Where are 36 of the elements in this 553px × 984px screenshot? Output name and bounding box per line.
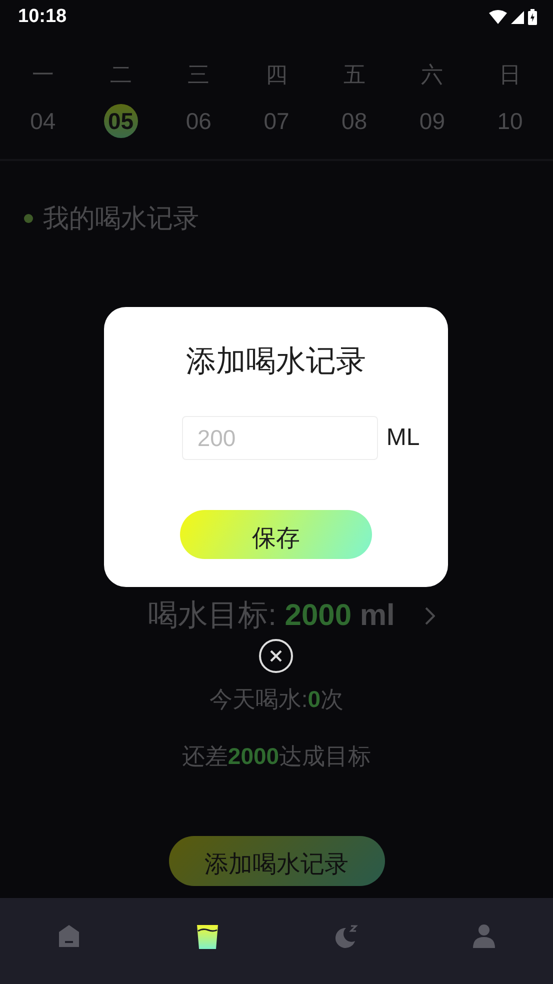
weekday-label: 三 <box>188 62 210 90</box>
weekday-label: 六 <box>421 62 444 90</box>
moon-icon <box>332 924 359 950</box>
date-item[interactable]: 04 <box>26 104 60 138</box>
today-count-text: 今天喝水:0次 <box>209 685 344 714</box>
save-button[interactable]: 保存 <box>180 510 372 559</box>
date-item[interactable]: 09 <box>415 104 450 138</box>
date-item[interactable]: 06 <box>182 104 216 138</box>
date-item[interactable]: 08 <box>337 104 372 138</box>
close-button[interactable] <box>259 639 293 673</box>
remaining-text: 还差2000达成目标 <box>182 742 372 771</box>
unit-label: ML <box>386 424 420 452</box>
signal-icon <box>511 10 524 24</box>
goal-text: 喝水目标: 2000 ml <box>148 598 395 634</box>
wifi-icon <box>489 10 507 24</box>
add-record-button[interactable]: 添加喝水记录 <box>168 836 384 886</box>
home-icon <box>58 924 80 948</box>
weekday-label: 一 <box>32 62 54 90</box>
weekday-label: 日 <box>499 62 522 90</box>
battery-icon <box>528 9 537 25</box>
section-title: 我的喝水记录 <box>43 203 199 236</box>
date-item[interactable]: 05 <box>104 104 138 138</box>
cup-icon <box>196 924 219 950</box>
weekday-label: 二 <box>110 62 132 90</box>
date-item[interactable]: 07 <box>259 104 294 138</box>
nav-tab[interactable] <box>196 924 219 950</box>
status-time: 10:18 <box>18 6 67 28</box>
amount-field[interactable]: 200 <box>182 416 378 460</box>
date-item[interactable]: 10 <box>493 104 528 138</box>
weekday-label: 五 <box>343 62 366 90</box>
weekday-label: 四 <box>265 62 288 90</box>
close-icon <box>270 650 282 662</box>
chevron-right-icon[interactable] <box>424 606 435 624</box>
profile-icon <box>472 924 495 948</box>
dialog-title: 添加喝水记录 <box>186 343 366 381</box>
bullet-dot <box>24 214 33 223</box>
